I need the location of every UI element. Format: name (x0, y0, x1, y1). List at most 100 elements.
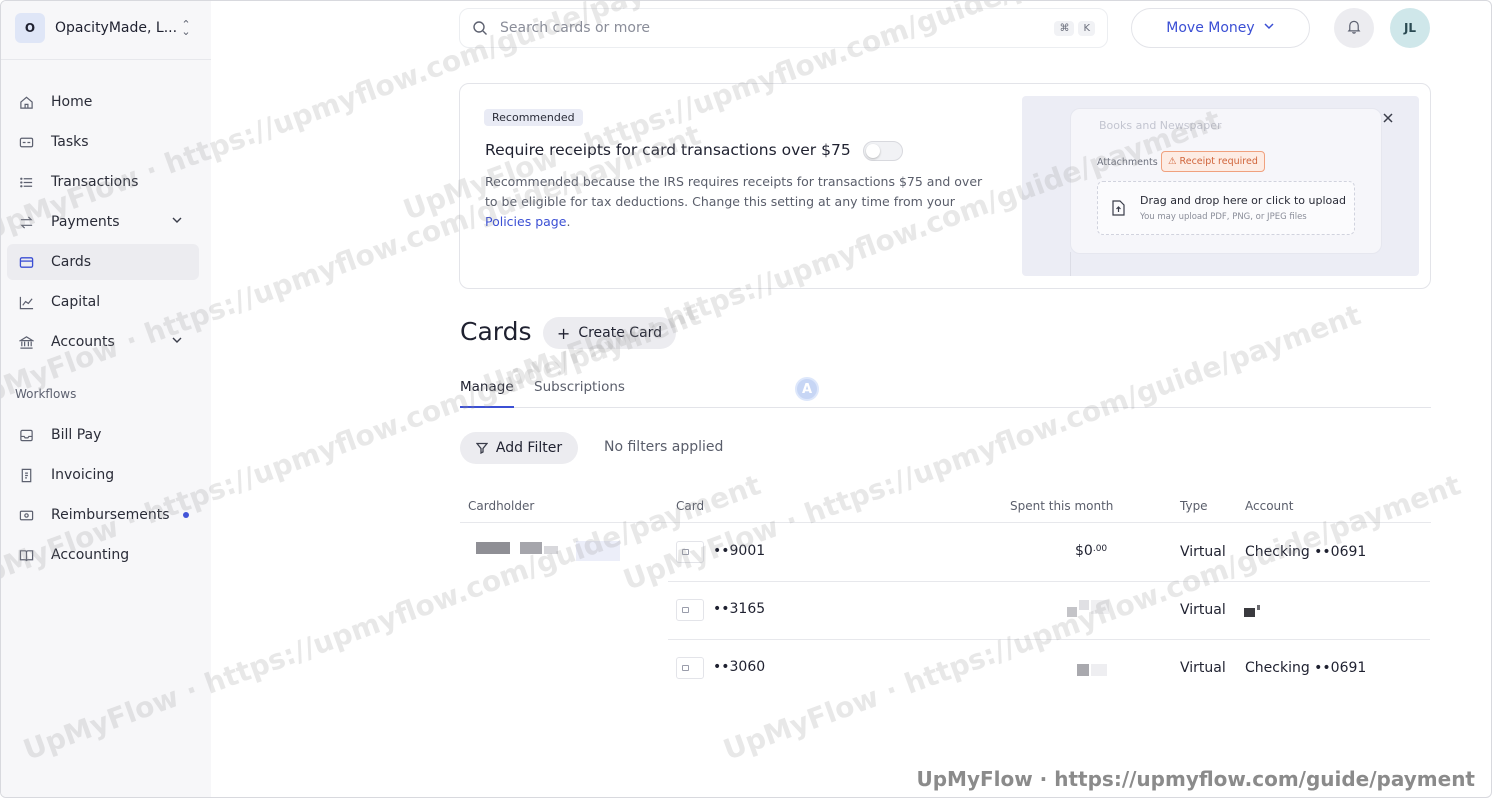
filter-icon (475, 442, 489, 455)
banner-description-text: Recommended because the IRS requires rec… (485, 174, 983, 209)
chevron-down-icon (1263, 20, 1275, 36)
receipt-required-badge: ⚠ Receipt required (1161, 151, 1265, 172)
filter-status: No filters applied (604, 439, 724, 455)
dropzone-title: Drag and drop here or click to upload (1140, 194, 1346, 207)
book-icon (17, 546, 35, 564)
inbox-icon (17, 426, 35, 444)
notification-dot (183, 512, 189, 518)
column-header-spent[interactable]: Spent this month (1010, 499, 1113, 513)
page-title: Cards (460, 317, 532, 346)
require-receipts-toggle[interactable] (863, 141, 903, 161)
card-account: Checking ••0691 (1245, 660, 1367, 676)
card-type: Virtual (1180, 544, 1226, 560)
receipt-illustration: Books and Newspaper Attachments ⚠ Receip… (1022, 96, 1419, 276)
move-money-label: Move Money (1166, 20, 1255, 36)
card-last4: ••3060 (713, 659, 766, 675)
column-header-card[interactable]: Card (676, 499, 704, 513)
org-avatar: O (15, 13, 45, 43)
move-money-button[interactable]: Move Money (1131, 8, 1310, 48)
toggle-knob (866, 144, 880, 158)
sidebar: O OpacityMade, L... ⌃ ⌄ Home Tasks Transa… (1, 1, 211, 797)
card-type: Virtual (1180, 660, 1226, 676)
sidebar-item-bill-pay[interactable]: Bill Pay (7, 417, 199, 453)
notifications-button[interactable] (1334, 8, 1374, 48)
sidebar-item-label: Home (51, 94, 93, 110)
user-avatar[interactable]: JL (1390, 8, 1430, 48)
home-icon (17, 93, 35, 111)
sidebar-item-accounting[interactable]: Accounting (7, 537, 199, 573)
list-icon (17, 173, 35, 191)
search-bar[interactable]: ⌘ K (459, 8, 1108, 48)
card-icon (676, 657, 704, 679)
invoice-icon (17, 466, 35, 484)
policies-page-link[interactable]: Policies page (485, 214, 566, 229)
illustration-card: Books and Newspaper Attachments ⚠ Receip… (1070, 108, 1382, 254)
banner-description: Recommended because the IRS requires rec… (485, 172, 995, 232)
sidebar-item-reimbursements[interactable]: Reimbursements (7, 497, 199, 533)
card-type: Virtual (1180, 602, 1226, 618)
chevron-down-icon (171, 214, 191, 230)
spent-cents: .00 (1092, 544, 1108, 554)
illustration-attachments-label: Attachments (1097, 157, 1158, 168)
watermark-footer: UpMyFlow · https://upmyflow.com/guide/pa… (916, 767, 1475, 791)
workflows-section-label: Workflows (15, 387, 77, 401)
illustration-field: Books and Newspaper (1099, 119, 1222, 132)
org-switcher[interactable]: O OpacityMade, L... ⌃ ⌄ (9, 9, 199, 47)
search-icon (472, 20, 488, 36)
card-last4: ••3165 (713, 601, 766, 617)
add-filter-button[interactable]: Add Filter (460, 432, 578, 464)
bell-icon (1347, 19, 1361, 38)
receipt-policy-banner: Recommended Require receipts for card tr… (459, 83, 1431, 289)
cards-tabs: Manage Subscriptions (460, 379, 1431, 408)
sidebar-item-tasks[interactable]: Tasks (7, 124, 199, 160)
card-account: Checking ••0691 (1245, 544, 1367, 560)
sidebar-item-invoicing[interactable]: Invoicing (7, 457, 199, 493)
divider (668, 639, 1430, 640)
sidebar-item-capital[interactable]: Capital (7, 284, 199, 320)
card-icon (676, 541, 704, 563)
app-window: O OpacityMade, L... ⌃ ⌄ Home Tasks Transa… (0, 0, 1492, 798)
sidebar-item-transactions[interactable]: Transactions (7, 164, 199, 200)
receipt-required-text: Receipt required (1179, 156, 1258, 167)
sidebar-item-home[interactable]: Home (7, 84, 199, 120)
chart-line-icon (17, 293, 35, 311)
divider (460, 522, 1431, 523)
sidebar-item-payments[interactable]: Payments (7, 204, 199, 240)
banner-title: Require receipts for card transactions o… (485, 141, 851, 159)
tab-subscriptions[interactable]: Subscriptions (534, 379, 625, 408)
shortcut-k-key: K (1078, 20, 1095, 36)
close-icon[interactable] (1382, 112, 1396, 126)
sidebar-item-label: Accounts (51, 334, 115, 350)
watermark-text: UpMyFlow · https://upmyflow.com/guide/pa… (718, 468, 1465, 767)
card-icon (17, 253, 35, 271)
org-name: OpacityMade, L... (55, 20, 178, 36)
spent-whole: $0 (1075, 543, 1093, 559)
assistant-icon[interactable]: A (795, 377, 819, 401)
chevron-down-icon (171, 334, 191, 350)
search-input[interactable] (500, 20, 1051, 36)
add-filter-label: Add Filter (495, 440, 563, 456)
sidebar-item-label: Invoicing (51, 467, 115, 483)
divider (668, 581, 1430, 582)
reimbursement-icon (17, 506, 35, 524)
spent-amount: $0.00 (1075, 543, 1107, 559)
tab-manage[interactable]: Manage (460, 379, 514, 408)
card-last4: ••9001 (713, 543, 766, 559)
upload-dropzone: Drag and drop here or click to upload Yo… (1097, 181, 1355, 235)
sidebar-item-label: Payments (51, 214, 120, 230)
sidebar-item-cards[interactable]: Cards (7, 244, 199, 280)
sidebar-item-accounts[interactable]: Accounts (7, 324, 199, 360)
column-header-cardholder[interactable]: Cardholder (468, 499, 534, 513)
create-card-button[interactable]: + Create Card (543, 317, 676, 349)
sidebar-item-label: Bill Pay (51, 427, 102, 443)
sidebar-item-label: Cards (51, 254, 92, 270)
column-header-type[interactable]: Type (1180, 499, 1208, 513)
column-header-account[interactable]: Account (1245, 499, 1293, 513)
sidebar-item-label: Capital (51, 294, 101, 310)
shortcut-cmd-key: ⌘ (1054, 20, 1075, 36)
create-card-label: Create Card (578, 325, 663, 341)
chevron-updown-icon: ⌃ ⌄ (181, 18, 191, 38)
transfer-arrows-icon (17, 213, 35, 231)
sidebar-item-label: Transactions (51, 174, 139, 190)
sidebar-item-label: Tasks (51, 134, 89, 150)
